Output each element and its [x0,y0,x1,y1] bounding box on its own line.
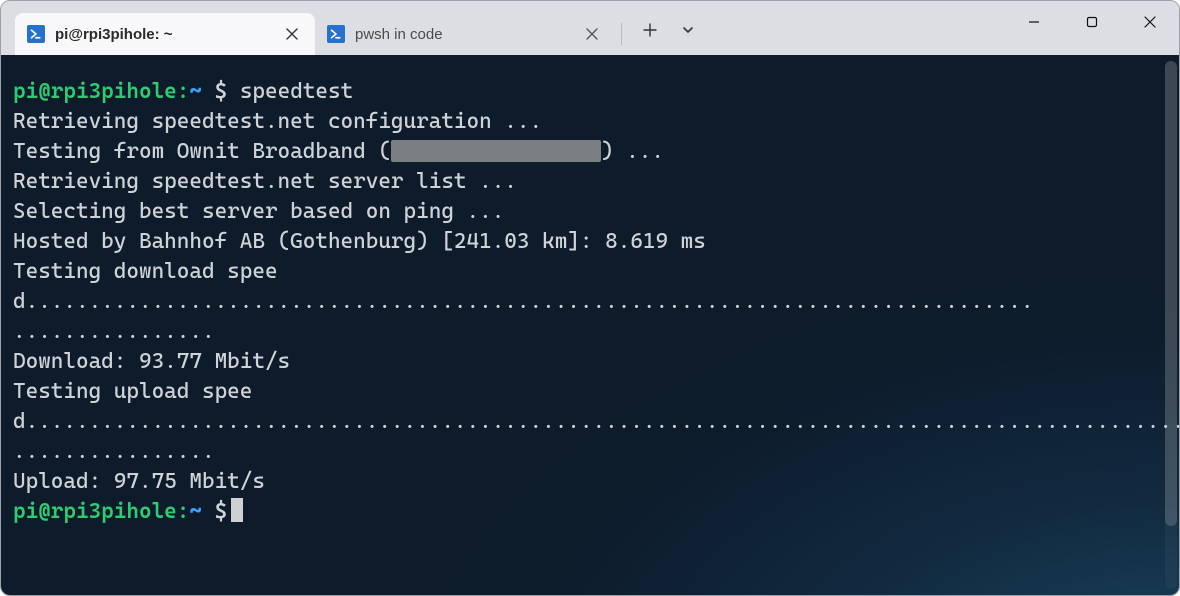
tab-title: pwsh in code [355,26,573,43]
prompt-separator: : [177,499,190,524]
command-text: speedtest [240,79,353,104]
output-line: Retrieving speedtest.net configuration .… [13,109,542,134]
window-controls [1005,1,1179,43]
tab-inactive[interactable]: pwsh in code [315,13,615,55]
prompt-user-host: pi@rpi3pihole [13,79,177,104]
terminal-pane[interactable]: pi@rpi3pihole:~ $ speedtest Retrieving s… [1,55,1179,595]
tab-active[interactable]: pi@rpi3pihole: ~ [15,13,315,55]
tab-strip: pi@rpi3pihole: ~ pwsh in code [15,1,706,55]
prompt-user-host: pi@rpi3pihole [13,499,177,524]
output-line: Hosted by Bahnhof AB (Gothenburg) [241.0… [13,229,706,254]
prompt-symbol: $ [215,499,228,524]
output-line: Testing from Ownit Broadband ( [13,139,391,164]
tab-divider [621,23,622,45]
prompt-separator: : [177,79,190,104]
output-line: Testing download speed..................… [13,259,1033,314]
redacted-ip [391,140,601,162]
terminal-window: pi@rpi3pihole: ~ pwsh in code [0,0,1180,596]
scrollbar-thumb[interactable] [1165,61,1177,526]
output-line: Selecting best server based on ping ... [13,199,504,224]
title-bar: pi@rpi3pihole: ~ pwsh in code [1,1,1179,55]
output-line: Testing upload speed....................… [13,379,1179,434]
cursor [231,498,243,522]
prompt-path: ~ [189,499,202,524]
tab-dropdown-button[interactable] [670,13,706,47]
new-tab-button[interactable] [632,13,668,47]
tab-actions [632,13,706,47]
close-tab-button[interactable] [583,25,601,43]
output-line: Upload: 97.75 Mbit/s [13,469,265,494]
output-line: ) ... [601,139,664,164]
minimize-button[interactable] [1005,1,1063,43]
prompt-symbol: $ [215,79,228,104]
scrollbar[interactable] [1165,61,1177,589]
output-line: ................ [13,319,215,344]
output-line: Download: 93.77 Mbit/s [13,349,290,374]
maximize-button[interactable] [1063,1,1121,43]
powershell-icon [27,25,45,43]
close-window-button[interactable] [1121,1,1179,43]
close-tab-button[interactable] [283,25,301,43]
tab-title: pi@rpi3pihole: ~ [55,26,273,43]
output-line: Retrieving speedtest.net server list ... [13,169,517,194]
output-line: ................ [13,439,215,464]
prompt-path: ~ [189,79,202,104]
powershell-icon [327,25,345,43]
